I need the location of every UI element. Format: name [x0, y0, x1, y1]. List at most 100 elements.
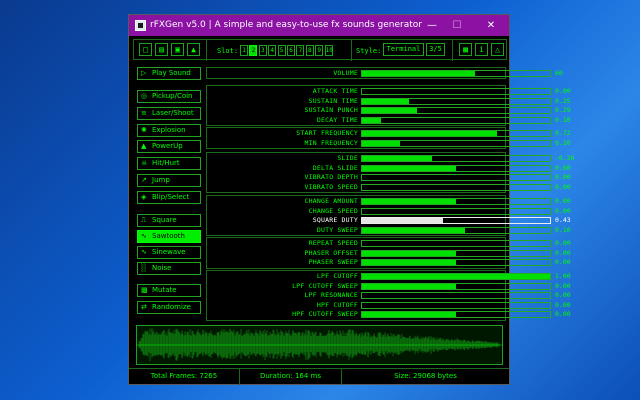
- slot-7-button[interactable]: 7: [296, 45, 305, 56]
- start-frequency-slider-row[interactable]: START FREQUENCY 0.72: [207, 129, 571, 138]
- hpf-cutoff-sweep-slider-row[interactable]: HPF CUTOFF SWEEP 0.00: [207, 310, 571, 319]
- close-button[interactable]: ✕: [481, 18, 501, 33]
- title-bar[interactable]: rFXGen v5.0 | A simple and easy-to-use f…: [129, 15, 509, 36]
- change-speed-track[interactable]: [361, 207, 551, 215]
- repeat-speed-slider-row[interactable]: REPEAT SPEED 0.00: [207, 239, 571, 248]
- sustain-punch-track[interactable]: [361, 107, 551, 115]
- vibrato-speed-slider-row[interactable]: VIBRATO SPEED 0.00: [207, 182, 571, 192]
- decay-time-slider-row[interactable]: DECAY TIME 0.10: [207, 116, 571, 125]
- phaser-offset-slider-row[interactable]: PHASER OFFSET 0.00: [207, 249, 571, 258]
- laser-shoot-button[interactable]: ≡ Laser/Shoot: [137, 106, 201, 120]
- volume-track[interactable]: [361, 70, 551, 77]
- phaser-sweep-track[interactable]: [361, 259, 551, 267]
- param-group-5: REPEAT SPEED 0.00 PHASER OFFSET 0.00 PHASER …: [206, 237, 571, 269]
- lpf-cutoff-sweep-label: LPF CUTOFF SWEEP: [292, 281, 358, 290]
- attack-time-slider-row[interactable]: ATTACK TIME 0.00: [207, 87, 571, 96]
- square-duty-track[interactable]: [361, 217, 551, 225]
- lpf-cutoff-sweep-slider-row[interactable]: LPF CUTOFF SWEEP 0.00: [207, 281, 571, 291]
- slot-5-button[interactable]: 5: [277, 45, 286, 56]
- blip-select-button[interactable]: ◈ Blip/Select: [137, 190, 201, 204]
- duty-sweep-track[interactable]: [361, 226, 551, 234]
- jump-icon: ↗: [141, 176, 147, 184]
- hpf-cutoff-track[interactable]: [361, 301, 551, 309]
- sustain-time-fill: [362, 98, 409, 104]
- change-amount-slider-row[interactable]: CHANGE AMOUNT 0.00: [207, 197, 571, 206]
- slot-10-button[interactable]: 10: [324, 45, 333, 56]
- phaser-offset-track[interactable]: [361, 249, 551, 257]
- lpf-resonance-track[interactable]: [361, 292, 551, 300]
- play-sound-button[interactable]: ▷ Play Sound: [137, 67, 201, 80]
- lpf-cutoff-track[interactable]: [361, 273, 551, 280]
- change-speed-slider-row[interactable]: CHANGE SPEED 0.00: [207, 207, 571, 216]
- vibrato-depth-slider-row[interactable]: VIBRATO DEPTH 0.00: [207, 173, 571, 182]
- square-duty-slider-row[interactable]: SQUARE DUTY 0.43: [207, 216, 571, 225]
- powerup-icon: ▲: [141, 142, 147, 151]
- duty-sweep-slider-row[interactable]: DUTY SWEEP 0.10: [207, 226, 571, 235]
- slide-track[interactable]: [361, 155, 551, 162]
- style-dropdown[interactable]: Terminal: [383, 43, 424, 56]
- explosion-icon: ✺: [141, 125, 147, 134]
- style-label: Style:: [356, 47, 382, 55]
- sinewave-button[interactable]: ∿ Sinewave: [137, 246, 201, 259]
- slot-6-button[interactable]: 6: [287, 45, 295, 56]
- maximize-button[interactable]: ☐: [447, 18, 467, 33]
- slot-9-button[interactable]: 9: [315, 45, 324, 56]
- slide-slider-row[interactable]: SLIDE -0.26: [207, 154, 575, 163]
- decay-time-track[interactable]: [361, 116, 551, 124]
- lpf-cutoff-slider-row[interactable]: LPF CUTOFF 1.00: [207, 272, 571, 281]
- slot-1-button[interactable]: 1: [240, 45, 248, 56]
- volume-slider-row[interactable]: VOLUME 60: [207, 69, 563, 78]
- hpf-cutoff-value: 0.00: [555, 300, 571, 309]
- minimize-button[interactable]: —: [422, 18, 442, 33]
- slot-4-button[interactable]: 4: [268, 45, 277, 56]
- window-icon[interactable]: ▩: [459, 43, 472, 56]
- info-icon[interactable]: i: [475, 43, 488, 56]
- delta-slide-slider-row[interactable]: DELTA SLIDE 0.00: [207, 164, 571, 173]
- square-button[interactable]: ⎍ Square: [137, 214, 201, 227]
- lpf-resonance-slider-row[interactable]: LPF RESONANCE 0.00: [207, 291, 571, 300]
- change-amount-track[interactable]: [361, 198, 551, 205]
- vibrato-speed-track[interactable]: [361, 183, 551, 191]
- hpf-cutoff-sweep-track[interactable]: [361, 311, 551, 319]
- pickup-coin-button[interactable]: ◎ Pickup/Coin: [137, 90, 201, 103]
- hit-hurt-button[interactable]: ☠ Hit/Hurt: [137, 157, 201, 171]
- mutate-button[interactable]: ▩ Mutate: [137, 284, 201, 297]
- sawtooth-button[interactable]: ∿ Sawtooth: [137, 230, 201, 243]
- new-icon[interactable]: □: [139, 43, 152, 56]
- vibrato-depth-track[interactable]: [361, 174, 551, 182]
- min-frequency-track[interactable]: [361, 139, 551, 147]
- hpf-cutoff-slider-row[interactable]: HPF CUTOFF 0.00: [207, 301, 571, 310]
- open-icon[interactable]: ▤: [155, 43, 168, 56]
- noise-button[interactable]: ░ Noise: [137, 262, 201, 275]
- hpf-cutoff-sweep-label: HPF CUTOFF SWEEP: [292, 310, 358, 319]
- style-cycle-button[interactable]: 3/5: [426, 43, 445, 56]
- phaser-sweep-slider-row[interactable]: PHASER SWEEP 0.00: [207, 258, 571, 267]
- lpf-cutoff-sweep-track[interactable]: [361, 282, 551, 290]
- sustain-time-track[interactable]: [361, 97, 551, 105]
- export-icon[interactable]: ▲: [187, 43, 200, 56]
- warning-icon[interactable]: △: [491, 43, 504, 56]
- explosion-button[interactable]: ✺ Explosion: [137, 123, 201, 137]
- attack-time-track[interactable]: [361, 88, 551, 95]
- delta-slide-track[interactable]: [361, 164, 551, 172]
- sustain-time-slider-row[interactable]: SUSTAIN TIME 0.25: [207, 97, 571, 106]
- min-frequency-slider-row[interactable]: MIN FREQUENCY 0.20: [207, 139, 571, 148]
- lpf-cutoff-sweep-fill: [362, 283, 456, 289]
- vibrato-speed-label: VIBRATO SPEED: [304, 182, 358, 191]
- save-icon[interactable]: ▣: [171, 43, 184, 56]
- slot-2-button[interactable]: 2: [249, 45, 258, 56]
- slot-8-button[interactable]: 8: [305, 45, 314, 56]
- volume-panel: VOLUME 60: [206, 67, 563, 79]
- slot-3-button[interactable]: 3: [258, 45, 267, 56]
- blip-icon: ◈: [141, 192, 147, 201]
- square-duty-label: SQUARE DUTY: [312, 216, 358, 225]
- randomize-button[interactable]: ⇄ Randomize: [137, 301, 201, 314]
- start-frequency-fill: [362, 131, 498, 136]
- jump-button[interactable]: ↗ Jump: [137, 174, 201, 187]
- powerup-button[interactable]: ▲ PowerUp: [137, 140, 201, 154]
- duty-sweep-value: 0.10: [555, 225, 571, 234]
- start-frequency-label: START FREQUENCY: [296, 129, 358, 137]
- start-frequency-track[interactable]: [361, 130, 551, 137]
- repeat-speed-track[interactable]: [361, 240, 551, 247]
- sustain-punch-slider-row[interactable]: SUSTAIN PUNCH 0.29: [207, 106, 571, 115]
